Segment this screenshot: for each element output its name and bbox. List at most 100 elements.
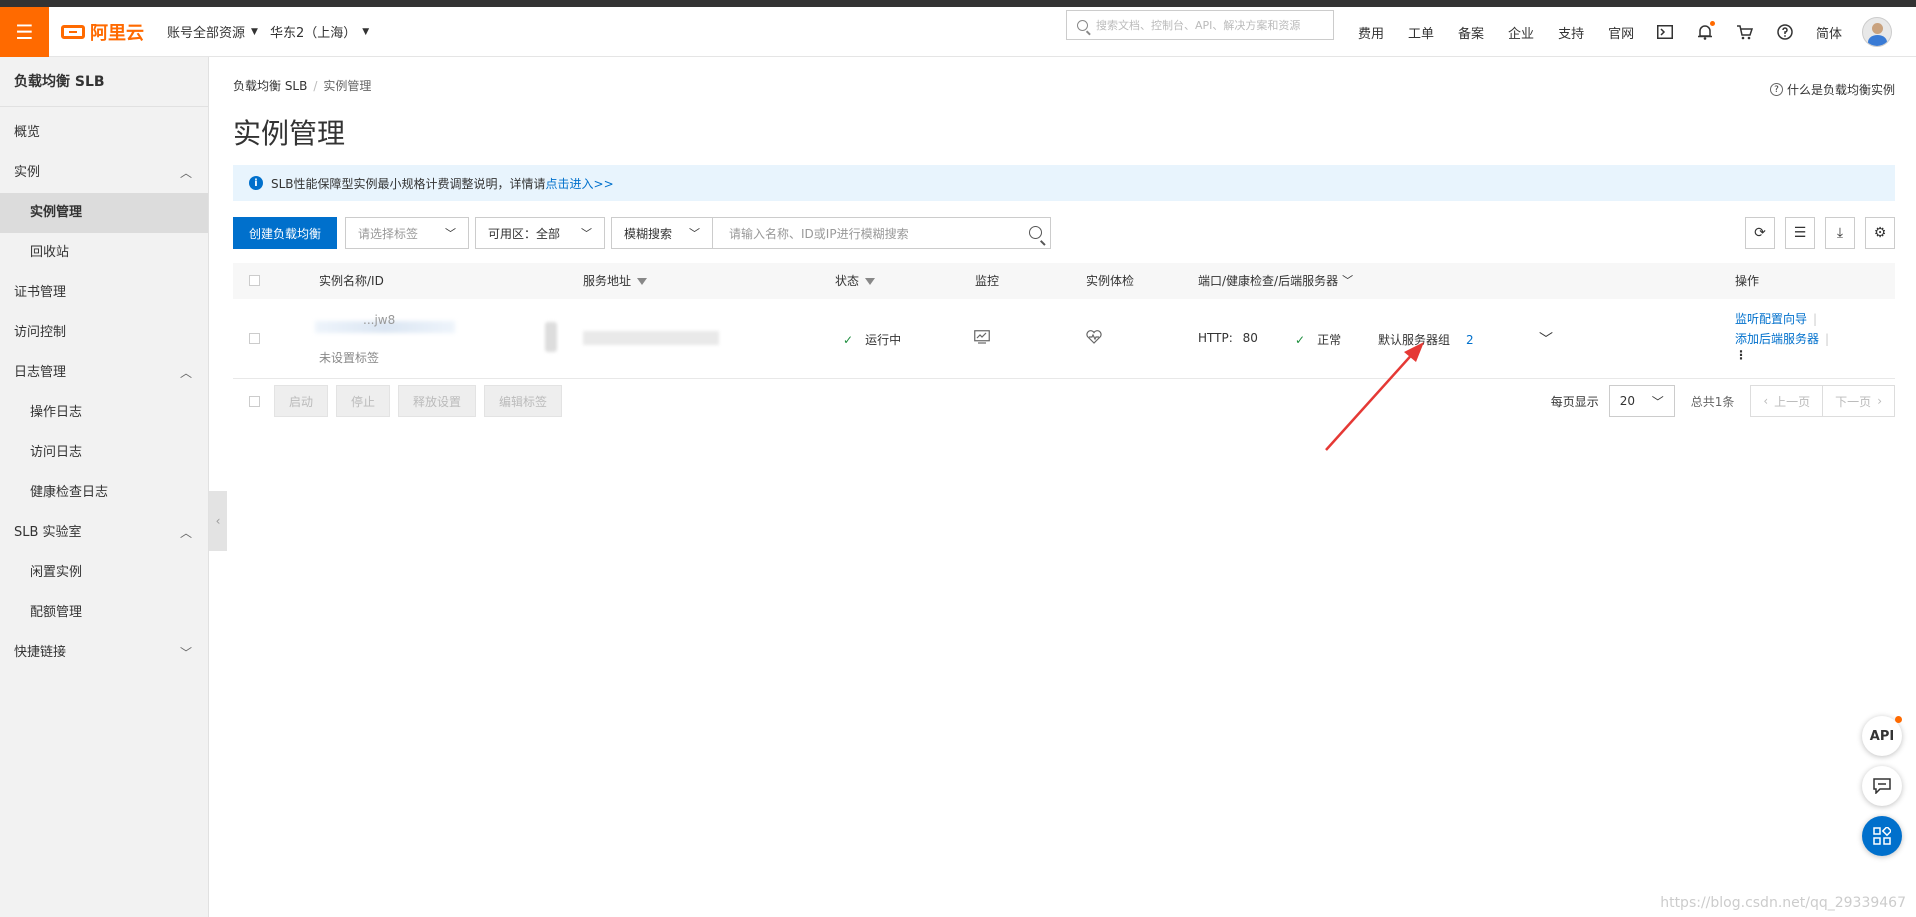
health-exam-icon[interactable] (1086, 330, 1102, 347)
next-page-label: 下一页 (1835, 394, 1872, 409)
expand-row-chevron-icon[interactable]: ﹀ (1539, 329, 1553, 349)
sidebar-collapse-handle[interactable]: ‹ (209, 491, 227, 551)
sidebar-item-certificates[interactable]: 证书管理 (0, 273, 208, 313)
search-mode-select[interactable]: 模糊搜索 ﹀ (611, 217, 714, 249)
help-icon[interactable] (1776, 23, 1794, 41)
hamburger-menu-icon[interactable]: ☰ (0, 6, 49, 57)
server-count-link[interactable]: 2 (1466, 333, 1474, 347)
add-backend-server-link[interactable]: 添加后端服务器 (1735, 332, 1819, 346)
global-search-input[interactable]: 搜索文档、控制台、API、解决方案和资源 (1066, 10, 1334, 40)
top-link-tickets[interactable]: 工单 (1408, 23, 1434, 42)
account-scope-label: 账号全部资源 (167, 26, 246, 41)
chevron-left-icon: ‹ (215, 514, 221, 528)
sidebar-item-instances[interactable]: 实例 ︿ (0, 153, 208, 193)
sidebar-item-label: SLB 实验室 (14, 525, 82, 540)
sidebar-item-quick-links[interactable]: 快捷链接 ﹀ (0, 633, 208, 673)
col-monitor: 监控 (975, 263, 999, 299)
sidebar-item-health-check-logs[interactable]: 健康检查日志 (0, 473, 208, 513)
select-all-checkbox[interactable] (249, 275, 260, 286)
col-instance-name: 实例名称/ID (319, 263, 384, 299)
download-icon[interactable]: ⤓ (1825, 217, 1855, 249)
zone-select[interactable]: 可用区：全部 ﹀ (475, 217, 606, 249)
breadcrumb-root[interactable]: 负载均衡 SLB (233, 79, 307, 93)
prev-page-button[interactable]: ‹ 上一页 (1750, 385, 1824, 417)
region-select[interactable]: 华东2（上海） ▼ (270, 22, 369, 41)
breadcrumb-separator: / (313, 79, 318, 93)
logo-mark-icon (61, 24, 85, 39)
search-mode-value: 模糊搜索 (624, 226, 673, 241)
terminal-icon[interactable] (1656, 23, 1674, 41)
top-link-fees[interactable]: 费用 (1358, 23, 1384, 42)
filter-icon[interactable] (865, 277, 876, 285)
sidebar-item-slb-lab[interactable]: SLB 实验室 ︿ (0, 513, 208, 553)
sidebar-item-access-control[interactable]: 访问控制 (0, 313, 208, 353)
row-checkbox[interactable] (249, 333, 260, 344)
sidebar-item-label: 访问日志 (30, 445, 83, 460)
edit-tags-button[interactable]: 编辑标签 (484, 385, 563, 417)
bell-icon[interactable] (1696, 21, 1715, 41)
next-page-button[interactable]: 下一页 › (1823, 385, 1895, 417)
sidebar-item-label: 访问控制 (14, 325, 67, 340)
sidebar: 负载均衡 SLB 概览 实例 ︿ 实例管理 回收站 证书管理 访问控制 日志管理 ︿… (0, 57, 209, 917)
settings-icon[interactable]: ⚙ (1865, 217, 1895, 249)
top-link-official-site[interactable]: 官网 (1608, 23, 1634, 42)
avatar[interactable] (1862, 17, 1893, 47)
sidebar-item-label: 日志管理 (14, 365, 67, 380)
help-link-label: 什么是负载均衡实例 (1786, 83, 1895, 97)
sidebar-item-access-logs[interactable]: 访问日志 (0, 433, 208, 473)
check-icon: ✓ (1295, 333, 1306, 347)
start-button[interactable]: 启动 (274, 385, 329, 417)
col-label: 状态 (835, 274, 860, 288)
listener-wizard-link[interactable]: 监听配置向导 (1735, 312, 1807, 326)
monitor-icon[interactable] (974, 330, 990, 347)
toolbar: 创建负载均衡 请选择标签 ﹀ 可用区：全部 ﹀ 模糊搜索 ﹀ 请输入名称、ID或IP进… (233, 217, 1052, 249)
account-scope-select[interactable]: 账号全部资源 ▼ (167, 22, 258, 41)
api-float-button[interactable]: API (1862, 716, 1902, 756)
search-icon[interactable] (1029, 226, 1043, 239)
per-page-select[interactable]: 20 ﹀ (1608, 385, 1675, 417)
divider: | (1813, 312, 1818, 326)
release-settings-button[interactable]: 释放设置 (398, 385, 477, 417)
breadcrumb: 负载均衡 SLB / 实例管理 (233, 77, 371, 94)
cart-icon[interactable] (1736, 23, 1754, 41)
instance-search-input[interactable]: 请输入名称、ID或IP进行模糊搜索 (713, 217, 1052, 249)
aliyun-logo[interactable]: 阿里云 (61, 19, 155, 45)
chevron-down-icon[interactable]: ﹀ (1342, 263, 1353, 299)
filter-icon[interactable] (637, 277, 648, 285)
bulk-select-checkbox[interactable] (249, 395, 260, 407)
chevron-up-icon: ︿ (179, 166, 192, 180)
chevron-right-icon: › (1877, 394, 1882, 408)
check-icon: ✓ (843, 333, 854, 347)
stop-button[interactable]: 停止 (336, 385, 391, 417)
instance-name[interactable]: ...jw8 (363, 313, 395, 327)
sidebar-title: 负载均衡 SLB (0, 57, 208, 107)
sidebar-item-recycle-bin[interactable]: 回收站 (0, 233, 208, 273)
chevron-down-icon: ﹀ (689, 227, 701, 240)
top-link-icp[interactable]: 备案 (1458, 23, 1484, 42)
apps-grid-icon[interactable] (1862, 816, 1902, 856)
question-icon: ? (1769, 83, 1783, 96)
sidebar-item-idle-instances[interactable]: 闲置实例 (0, 553, 208, 593)
list-settings-icon[interactable]: ☰ (1785, 217, 1815, 249)
chat-icon[interactable] (1862, 766, 1902, 806)
instance-tag[interactable]: 未设置标签 (319, 349, 379, 366)
tag-select[interactable]: 请选择标签 ﹀ (345, 217, 470, 249)
language-switch[interactable]: 简体 (1816, 23, 1842, 42)
col-label: 端口/健康检查/后端服务器 (1198, 274, 1339, 288)
notice-text: SLB性能保障型实例最小规格计费调整说明，详情请 (271, 176, 546, 191)
top-link-enterprise[interactable]: 企业 (1508, 23, 1534, 42)
notice-link[interactable]: 点击进入>> (546, 175, 614, 192)
top-link-support[interactable]: 支持 (1558, 23, 1584, 42)
help-link[interactable]: ? 什么是负载均衡实例 (1769, 81, 1895, 98)
create-slb-button[interactable]: 创建负载均衡 (233, 217, 338, 249)
more-actions-icon[interactable]: ⋮ (1735, 349, 1829, 361)
sidebar-item-operation-logs[interactable]: 操作日志 (0, 393, 208, 433)
sidebar-item-instance-management[interactable]: 实例管理 (0, 193, 208, 233)
refresh-icon[interactable]: ⟳ (1745, 217, 1775, 249)
sidebar-item-overview[interactable]: 概览 (0, 113, 208, 153)
sidebar-item-log-management[interactable]: 日志管理 ︿ (0, 353, 208, 393)
col-status: 状态 (835, 263, 876, 299)
sidebar-item-label: 概览 (14, 125, 41, 140)
redacted-icon (545, 322, 557, 352)
sidebar-item-quota-management[interactable]: 配额管理 (0, 593, 208, 633)
